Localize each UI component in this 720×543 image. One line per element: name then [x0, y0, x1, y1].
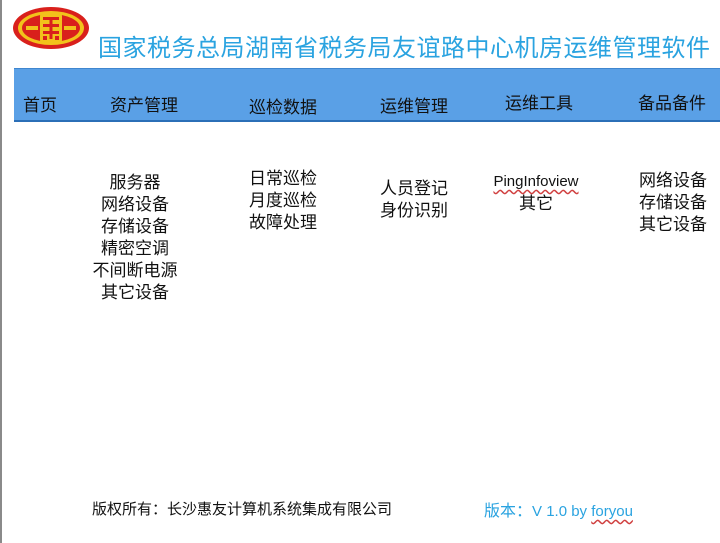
- nav-spare-parts[interactable]: 备品备件: [638, 89, 706, 114]
- asset-item-server[interactable]: 服务器: [88, 172, 182, 194]
- version-author: foryou: [591, 503, 633, 520]
- asset-item-storage[interactable]: 存储设备: [88, 216, 182, 238]
- asset-item-other[interactable]: 其它设备: [88, 282, 182, 304]
- page: 国家税务总局湖南省税务局友谊路中心机房运维管理软件 首页 资产管理 巡检数据 运…: [0, 0, 720, 543]
- spares-item-storage[interactable]: 存储设备: [639, 192, 707, 214]
- nav-ops-tools[interactable]: 运维工具: [505, 89, 573, 114]
- tools-item-pinginfoview[interactable]: PingInfoview: [486, 171, 586, 193]
- version-label: 版本：: [484, 501, 533, 520]
- asset-item-ups[interactable]: 不间断电源: [88, 260, 182, 282]
- asset-item-network[interactable]: 网络设备: [88, 194, 182, 216]
- inspection-item-daily[interactable]: 日常巡检: [249, 168, 317, 190]
- spares-item-other[interactable]: 其它设备: [639, 214, 707, 236]
- ops-item-identity[interactable]: 身份识别: [380, 200, 448, 222]
- asset-item-precision-ac[interactable]: 精密空调: [88, 238, 182, 260]
- version-number: V 1.0 by: [532, 503, 592, 520]
- nav-home[interactable]: 首页: [23, 91, 57, 116]
- spares-menu: 网络设备 存储设备 其它设备: [639, 170, 707, 236]
- version-info: 版本：V 1.0 by foryou: [484, 497, 633, 521]
- ops-menu: 人员登记 身份识别: [380, 178, 448, 222]
- inspection-menu: 日常巡检 月度巡检 故障处理: [249, 168, 317, 234]
- copyright-text: 版权所有：长沙惠友计算机系统集成有限公司: [92, 500, 393, 518]
- inspection-item-fault[interactable]: 故障处理: [249, 212, 317, 234]
- tools-item-other[interactable]: 其它: [486, 193, 586, 215]
- nav-inspection-data[interactable]: 巡检数据: [249, 93, 317, 118]
- left-border: [0, 0, 2, 543]
- inspection-item-monthly[interactable]: 月度巡检: [249, 190, 317, 212]
- main-navbar: 首页 资产管理 巡检数据 运维管理 运维工具 备品备件: [14, 68, 720, 122]
- asset-menu: 服务器 网络设备 存储设备 精密空调 不间断电源 其它设备: [88, 172, 182, 304]
- nav-asset-management[interactable]: 资产管理: [110, 91, 178, 116]
- app-title: 国家税务总局湖南省税务局友谊路中心机房运维管理软件: [98, 34, 711, 62]
- tools-menu: PingInfoview 其它: [486, 171, 586, 215]
- ops-item-personnel[interactable]: 人员登记: [380, 178, 448, 200]
- tax-emblem-icon: [13, 7, 89, 49]
- nav-ops-management[interactable]: 运维管理: [380, 92, 448, 117]
- spares-item-network[interactable]: 网络设备: [639, 170, 707, 192]
